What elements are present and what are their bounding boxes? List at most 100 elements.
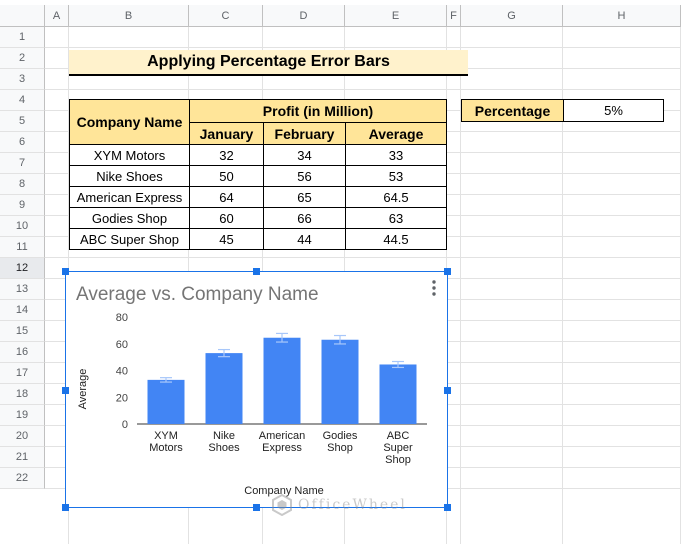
row-header-22[interactable]: 22	[0, 468, 45, 489]
percentage-value-cell[interactable]: 5%	[563, 99, 664, 122]
row-header-4[interactable]: 4	[0, 90, 45, 111]
x-tick-label-line: Motors	[149, 442, 183, 454]
table-cell-february[interactable]: 44	[263, 228, 346, 250]
table-cell-average[interactable]: 33	[345, 144, 447, 166]
row-header-6[interactable]: 6	[0, 132, 45, 153]
resize-handle-bottom-left[interactable]	[62, 504, 69, 511]
resize-handle-top-right[interactable]	[444, 268, 451, 275]
row-gridline	[45, 47, 681, 48]
row-header-7[interactable]: 7	[0, 153, 45, 174]
percentage-label-cell[interactable]: Percentage	[461, 99, 564, 122]
resize-handle-middle-right[interactable]	[444, 387, 451, 394]
february-header[interactable]: February	[263, 122, 346, 145]
company-name-header-label: Company Name	[76, 114, 183, 130]
more-vert-icon[interactable]	[432, 280, 436, 296]
table-cell-january[interactable]: 45	[189, 228, 264, 250]
x-tick-label-line: XYM	[154, 430, 178, 442]
x-tick-label-line: Shop	[327, 442, 353, 454]
bar[interactable]	[263, 337, 301, 424]
company-name-header[interactable]: Company Name	[69, 99, 190, 145]
row-header-21[interactable]: 21	[0, 447, 45, 468]
table-cell-february[interactable]: 66	[263, 207, 346, 229]
row-header-11[interactable]: 11	[0, 237, 45, 258]
column-header-b[interactable]: B	[69, 5, 189, 27]
x-tick-label-line: Shop	[385, 454, 411, 466]
sheet-title: Applying Percentage Error Bars	[69, 50, 468, 76]
y-tick-label: 20	[116, 392, 128, 404]
table-cell-january[interactable]: 64	[189, 186, 264, 208]
table-cell-average[interactable]: 44.5	[345, 228, 447, 250]
watermark: OfficeWheel	[271, 494, 407, 516]
x-tick-label: Godies Shop	[323, 430, 358, 454]
profit-header-label: Profit (in Million)	[262, 103, 374, 119]
row-header-20[interactable]: 20	[0, 426, 45, 447]
resize-handle-bottom-right[interactable]	[444, 504, 451, 511]
column-header-g[interactable]: G	[461, 5, 563, 27]
x-tick-label-line: Nike	[213, 430, 235, 442]
table-cell-company[interactable]: XYM Motors	[69, 144, 190, 166]
row-header-15[interactable]: 15	[0, 321, 45, 342]
january-header[interactable]: January	[189, 122, 264, 145]
table-cell-company[interactable]: Godies Shop	[69, 207, 190, 229]
row-header-19[interactable]: 19	[0, 405, 45, 426]
x-tick-label-line: Godies	[323, 430, 358, 442]
table-cell-february[interactable]: 65	[263, 186, 346, 208]
table-cell-january[interactable]: 32	[189, 144, 264, 166]
x-tick-label-line: Shoes	[208, 442, 240, 454]
february-header-label: February	[274, 125, 335, 142]
resize-handle-bottom-middle[interactable]	[253, 504, 260, 511]
bar[interactable]	[205, 353, 243, 424]
resize-handle-middle-left[interactable]	[62, 387, 69, 394]
y-axis-label[interactable]: Average	[77, 369, 89, 410]
x-tick-label-line: Express	[262, 442, 302, 454]
row-header-12[interactable]: 12	[0, 258, 45, 279]
table-cell-company[interactable]: American Express	[69, 186, 190, 208]
column-header-a[interactable]: A	[45, 5, 69, 27]
column-header-d[interactable]: D	[263, 5, 345, 27]
table-cell-january[interactable]: 60	[189, 207, 264, 229]
table-cell-average[interactable]: 53	[345, 165, 447, 187]
bar[interactable]	[147, 379, 185, 424]
bar-chart[interactable]: Average vs. Company Name Average Company…	[65, 271, 448, 508]
x-tick-label: XYM Motors	[149, 430, 183, 454]
row-header-10[interactable]: 10	[0, 216, 45, 237]
table-cell-february[interactable]: 34	[263, 144, 346, 166]
row-header-9[interactable]: 9	[0, 195, 45, 216]
resize-handle-top-middle[interactable]	[253, 268, 260, 275]
row-header-13[interactable]: 13	[0, 279, 45, 300]
y-tick-label: 60	[116, 339, 128, 351]
sheet-title-text: Applying Percentage Error Bars	[147, 53, 390, 70]
row-header-8[interactable]: 8	[0, 174, 45, 195]
table-cell-company[interactable]: ABC Super Shop	[69, 228, 190, 250]
row-header-14[interactable]: 14	[0, 300, 45, 321]
column-header-f[interactable]: F	[447, 5, 461, 27]
table-cell-february[interactable]: 56	[263, 165, 346, 187]
row-header-16[interactable]: 16	[0, 342, 45, 363]
row-header-18[interactable]: 18	[0, 384, 45, 405]
average-header[interactable]: Average	[345, 122, 447, 145]
x-tick-label: ABC Super Shop	[383, 430, 413, 466]
column-header-e[interactable]: E	[345, 5, 447, 27]
watermark-text: OfficeWheel	[298, 497, 407, 513]
chart-title[interactable]: Average vs. Company Name	[76, 284, 319, 305]
column-header-c[interactable]: C	[189, 5, 263, 27]
bar[interactable]	[321, 339, 359, 424]
select-all-corner[interactable]	[0, 5, 45, 27]
table-cell-average[interactable]: 64.5	[345, 186, 447, 208]
row-header-2[interactable]: 2	[0, 48, 45, 69]
row-header-17[interactable]: 17	[0, 363, 45, 384]
january-header-label: January	[199, 125, 254, 142]
row-header-1[interactable]: 1	[0, 27, 45, 48]
column-header-h[interactable]: H	[563, 5, 681, 27]
profit-header[interactable]: Profit (in Million)	[189, 99, 447, 123]
chart-container[interactable]: Average vs. Company Name Average Company…	[65, 271, 448, 516]
x-tick-label: American Express	[259, 430, 305, 454]
row-header-3[interactable]: 3	[0, 69, 45, 90]
table-cell-company[interactable]: Nike Shoes	[69, 165, 190, 187]
bar[interactable]	[379, 364, 417, 424]
officewheel-logo-icon	[272, 494, 292, 516]
table-cell-average[interactable]: 63	[345, 207, 447, 229]
resize-handle-top-left[interactable]	[62, 268, 69, 275]
row-header-5[interactable]: 5	[0, 111, 45, 132]
table-cell-january[interactable]: 50	[189, 165, 264, 187]
